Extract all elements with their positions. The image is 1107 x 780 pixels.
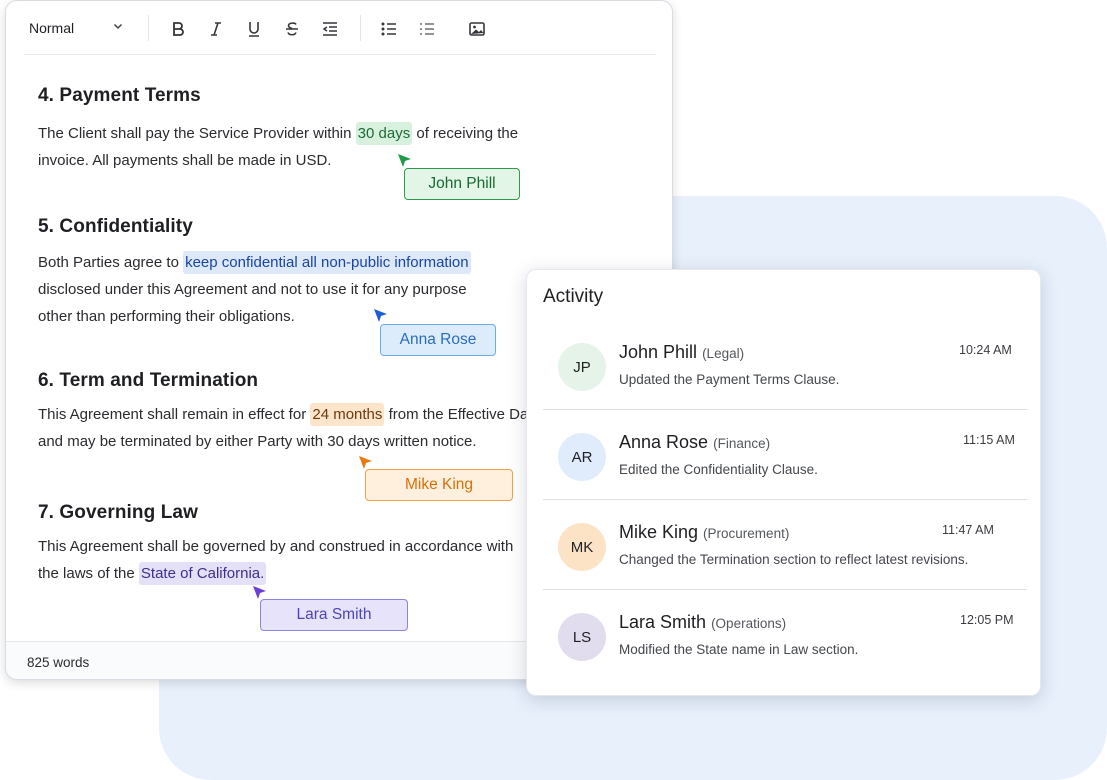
activity-time: 10:24 AM bbox=[959, 343, 1012, 357]
activity-time: 11:47 AM bbox=[942, 523, 994, 537]
activity-user: Anna Rose (Finance) bbox=[619, 432, 770, 453]
activity-description: Modified the State name in Law section. bbox=[619, 642, 859, 657]
indent-button[interactable] bbox=[317, 16, 343, 42]
user-name: John Phill bbox=[619, 342, 698, 362]
italic-icon bbox=[211, 22, 221, 36]
text-run: other than performing their obligations. bbox=[38, 308, 295, 325]
highlight-green[interactable]: 30 days bbox=[355, 122, 413, 145]
bulleted-list-icon bbox=[381, 22, 396, 36]
collaborator-tag-mike-king: Mike King bbox=[365, 469, 513, 501]
paragraph: The Client shall pay the Service Provide… bbox=[38, 120, 658, 174]
cursor-pointer-icon bbox=[374, 309, 387, 322]
avatar: LS bbox=[558, 613, 606, 661]
word-count: 825 words bbox=[27, 655, 90, 670]
italic-button[interactable] bbox=[203, 16, 229, 42]
activity-time: 11:15 AM bbox=[963, 433, 1015, 447]
editor-toolbar: Normal bbox=[24, 9, 656, 55]
bold-icon bbox=[173, 22, 184, 36]
text-style-dropdown[interactable]: Normal bbox=[24, 9, 126, 47]
user-role: (Procurement) bbox=[703, 526, 790, 541]
highlight-purple[interactable]: State of California. bbox=[138, 562, 267, 585]
activity-panel: Activity JP John Phill (Legal) 10:24 AM … bbox=[526, 269, 1041, 696]
activity-item[interactable]: JP John Phill (Legal) 10:24 AM Updated t… bbox=[543, 320, 1027, 410]
text-run: This Agreement shall be governed by and … bbox=[38, 538, 514, 555]
bold-button[interactable] bbox=[165, 16, 191, 42]
underline-button[interactable] bbox=[241, 16, 267, 42]
bulleted-list-button[interactable] bbox=[376, 16, 402, 42]
indent-icon bbox=[322, 22, 337, 36]
strikethrough-button[interactable] bbox=[279, 16, 305, 42]
activity-user: Mike King (Procurement) bbox=[619, 522, 789, 543]
collaborator-tag-john-phill: John Phill bbox=[404, 168, 520, 200]
text-run: invoice. All payments shall be made in U… bbox=[38, 152, 332, 169]
user-role: (Finance) bbox=[713, 436, 771, 451]
section-heading: 4. Payment Terms bbox=[38, 85, 201, 106]
activity-item[interactable]: MK Mike King (Procurement) 11:47 AM Chan… bbox=[543, 500, 1027, 590]
underline-icon bbox=[249, 22, 259, 37]
text-run: the laws of the bbox=[38, 565, 139, 582]
highlight-blue[interactable]: keep confidential all non-public informa… bbox=[183, 251, 471, 274]
section-heading: 5. Confidentiality bbox=[38, 216, 193, 237]
chevron-down-icon bbox=[112, 19, 124, 35]
text-run: Both Parties agree to bbox=[38, 254, 184, 271]
toolbar-divider bbox=[148, 15, 149, 41]
text-run: The Client shall pay the Service Provide… bbox=[38, 125, 356, 142]
avatar: AR bbox=[558, 433, 606, 481]
activity-description: Changed the Termination section to refle… bbox=[619, 552, 969, 567]
activity-description: Updated the Payment Terms Clause. bbox=[619, 372, 840, 387]
strikethrough-icon bbox=[286, 22, 298, 36]
text-style-value: Normal bbox=[29, 20, 75, 36]
list-button[interactable] bbox=[414, 16, 440, 42]
user-name: Mike King bbox=[619, 522, 699, 542]
insert-image-button[interactable] bbox=[464, 16, 490, 42]
list-icon bbox=[420, 23, 434, 35]
text-run: disclosed under this Agreement and not t… bbox=[38, 281, 467, 298]
avatar: JP bbox=[558, 343, 606, 391]
collaborator-tag-lara-smith: Lara Smith bbox=[260, 599, 408, 631]
activity-item[interactable]: AR Anna Rose (Finance) 11:15 AM Edited t… bbox=[543, 410, 1027, 500]
text-run: from the Effective Date bbox=[384, 406, 541, 423]
activity-item[interactable]: LS Lara Smith (Operations) 12:05 PM Modi… bbox=[543, 590, 1027, 680]
text-run: of receiving the bbox=[412, 125, 519, 142]
section-payment-terms: 4. Payment Terms The Client shall pay th… bbox=[38, 85, 658, 174]
user-name: Anna Rose bbox=[619, 432, 709, 452]
toolbar-divider bbox=[360, 15, 361, 41]
avatar: MK bbox=[558, 523, 606, 571]
cursor-pointer-icon bbox=[398, 154, 411, 167]
text-run: and may be terminated by either Party wi… bbox=[38, 433, 477, 450]
activity-title: Activity bbox=[543, 286, 604, 307]
collaborator-tag-anna-rose: Anna Rose bbox=[380, 324, 496, 356]
user-name: Lara Smith bbox=[619, 612, 707, 632]
user-role: (Operations) bbox=[711, 616, 787, 631]
text-run: This Agreement shall remain in effect fo… bbox=[38, 406, 311, 423]
activity-user: John Phill (Legal) bbox=[619, 342, 744, 363]
activity-description: Edited the Confidentiality Clause. bbox=[619, 462, 818, 477]
activity-time: 12:05 PM bbox=[960, 613, 1014, 627]
image-icon bbox=[469, 22, 485, 36]
highlight-orange[interactable]: 24 months bbox=[310, 403, 385, 426]
activity-user: Lara Smith (Operations) bbox=[619, 612, 786, 633]
user-role: (Legal) bbox=[702, 346, 745, 361]
